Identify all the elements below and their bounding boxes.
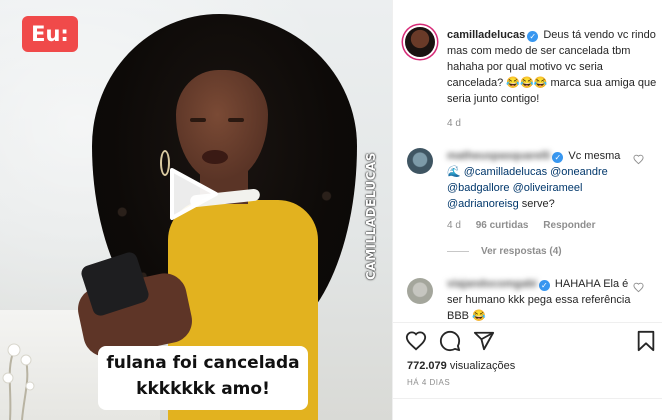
comment-likes[interactable]: 96 curtidas <box>476 220 529 231</box>
comment-item: matheuspasquarelli ✓ Vc mesma 🌊 @camillad… <box>447 148 637 212</box>
person-eye-left <box>190 118 206 122</box>
person-mouth <box>202 150 228 164</box>
author-avatar[interactable] <box>405 27 435 57</box>
video-player[interactable]: Eu: CAMILLADELUCAS fulana foi cancelada … <box>0 0 392 420</box>
post-age[interactable]: 4 d <box>447 118 461 129</box>
comment-meta: 4 d 96 curtidas Responder <box>447 220 608 231</box>
mention-link[interactable]: @adrianoreisg <box>447 198 519 210</box>
play-icon[interactable] <box>168 166 220 222</box>
comment-text-end: serve? <box>521 198 555 210</box>
person-eye-right <box>228 118 244 122</box>
heart-icon[interactable] <box>405 330 427 352</box>
heart-icon[interactable] <box>633 282 644 293</box>
video-caption: fulana foi cancelada kkkkkkk amo! <box>98 346 308 410</box>
mention-link[interactable]: @camilladelucas <box>464 166 547 178</box>
comment-username[interactable]: viajandocomgabi <box>447 276 537 292</box>
replies-dash <box>447 250 469 252</box>
post-date: HÁ 4 DIAS <box>407 378 451 387</box>
view-replies-button[interactable]: Ver respostas (4) <box>447 246 562 257</box>
verified-icon: ✓ <box>527 31 539 42</box>
views-count[interactable]: 772.079 visualizações <box>407 360 515 372</box>
author-username[interactable]: camilladelucas <box>447 29 525 41</box>
plant-decoration <box>2 343 35 420</box>
comment-icon[interactable] <box>439 330 461 352</box>
verified-icon: ✓ <box>538 280 550 291</box>
mention-link[interactable]: @oneandre <box>550 166 608 178</box>
comment-avatar[interactable] <box>407 278 433 304</box>
bookmark-icon[interactable] <box>635 330 657 352</box>
mention-link[interactable]: @oliveirameel <box>513 182 583 194</box>
comment-avatar[interactable] <box>407 148 433 174</box>
divider <box>393 322 662 323</box>
comment-text: Vc mesma <box>568 150 621 162</box>
comment-item: viajandocomgabi ✓ HAHAHA Ela é ser humano… <box>447 276 637 324</box>
eu-badge: Eu: <box>22 16 78 52</box>
video-caption-line-2: kkkkkkk amo! <box>136 379 270 399</box>
mention-link[interactable]: @badgallore <box>447 182 510 194</box>
post-caption-block: camilladelucas ✓ Deus tá vendo vc rindo m… <box>447 27 657 107</box>
comment-username[interactable]: matheuspasquarelli <box>447 148 550 164</box>
heart-icon[interactable] <box>633 154 644 165</box>
divider <box>393 398 662 399</box>
video-caption-line-1: fulana foi cancelada <box>106 353 300 373</box>
reply-button[interactable]: Responder <box>543 220 595 231</box>
post-side-panel: camilladelucas ✓ Deus tá vendo vc rindo m… <box>392 0 662 420</box>
creator-watermark: CAMILLADELUCAS <box>364 152 378 280</box>
view-replies-label: Ver respostas (4) <box>481 246 562 257</box>
wave-emoji: 🌊 <box>447 166 461 178</box>
comment-age[interactable]: 4 d <box>447 220 461 231</box>
share-icon[interactable] <box>473 330 495 352</box>
views-number: 772.079 <box>407 360 447 372</box>
verified-icon: ✓ <box>552 152 564 163</box>
views-label: visualizações <box>449 360 516 372</box>
